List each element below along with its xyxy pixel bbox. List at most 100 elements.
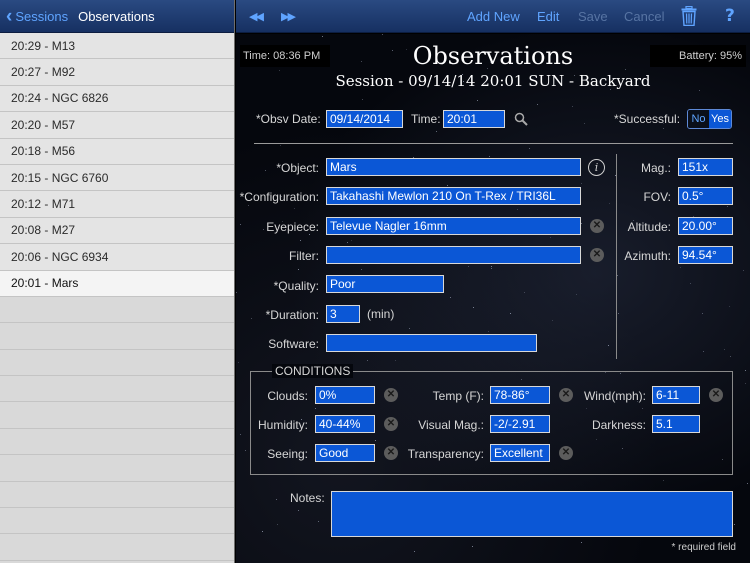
add-new-button[interactable]: Add New — [467, 9, 520, 24]
star — [276, 498, 278, 500]
empty-list-row — [0, 481, 234, 509]
duration-field[interactable]: 3 — [326, 305, 360, 323]
star — [733, 524, 735, 526]
empty-list-row — [0, 402, 234, 429]
time-field[interactable]: 20:01 — [443, 110, 505, 128]
successful-label: *Successful: — [614, 112, 681, 126]
sessions-back-button[interactable]: ‹ Sessions — [6, 7, 68, 26]
software-field[interactable] — [326, 334, 537, 352]
main-toolbar: ◀◀ ▶▶ Add New Edit Save Cancel ? — [236, 0, 750, 33]
star — [350, 240, 352, 242]
observations-sidebar: ‹ Sessions Observations 20:29 - M13 20:27… — [0, 0, 235, 563]
fov-field[interactable]: 0.5° — [678, 187, 733, 205]
observation-list-item[interactable]: 20:08 - M27 — [0, 217, 234, 245]
info-icon[interactable]: i — [588, 159, 605, 176]
star — [449, 297, 451, 299]
save-button[interactable]: Save — [578, 9, 608, 24]
star — [346, 242, 348, 244]
notes-field[interactable] — [331, 491, 733, 537]
wind-field[interactable]: 6-11 — [652, 386, 700, 404]
clear-filter-icon[interactable]: ✕ — [590, 248, 604, 262]
star — [524, 291, 525, 293]
star — [747, 482, 749, 484]
successful-toggle[interactable]: No Yes — [687, 109, 732, 129]
seeing-field[interactable]: Good — [315, 444, 375, 462]
mag-label: Mag.: — [640, 161, 671, 175]
clouds-field[interactable]: 0% — [315, 386, 375, 404]
altitude-label: Altitude: — [627, 220, 671, 234]
star — [662, 128, 664, 130]
transparency-label: Transparency: — [407, 447, 484, 461]
star — [551, 319, 553, 321]
observation-list-item[interactable]: 20:01 - Mars — [0, 270, 234, 297]
search-icon[interactable] — [514, 112, 528, 126]
notes-label: Notes: — [290, 491, 325, 505]
mag-field[interactable]: 151x — [678, 158, 733, 176]
conditions-title: CONDITIONS — [272, 364, 354, 378]
humidity-field[interactable]: 40-44% — [315, 415, 375, 433]
required-field-note: * required field — [671, 542, 736, 553]
star — [467, 266, 469, 268]
visual-mag-label: Visual Mag.: — [418, 418, 484, 432]
time-label: Time: — [411, 112, 441, 126]
fast-forward-icon[interactable]: ▶▶ — [281, 10, 296, 23]
transparency-field[interactable]: Excellent — [490, 444, 550, 462]
empty-list-row — [0, 428, 234, 456]
configuration-field[interactable]: Takahashi Mewlon 210 On T-Rex / TRI36L — [326, 187, 581, 205]
clear-wind-icon[interactable]: ✕ — [709, 388, 723, 402]
edit-button[interactable]: Edit — [537, 9, 559, 24]
star — [361, 268, 363, 270]
star — [723, 349, 725, 351]
help-button[interactable]: ? — [725, 6, 735, 26]
star — [293, 207, 295, 209]
observation-list-item[interactable]: 20:15 - NGC 6760 — [0, 164, 234, 192]
star — [317, 520, 319, 522]
star — [571, 105, 573, 107]
trash-icon[interactable] — [681, 6, 697, 26]
star — [248, 205, 250, 207]
star — [395, 359, 397, 361]
observation-list-item[interactable]: 20:12 - M71 — [0, 191, 234, 218]
successful-no-option[interactable]: No — [688, 110, 709, 128]
observation-list-item[interactable]: 20:29 - M13 — [0, 33, 234, 60]
clear-eyepiece-icon[interactable]: ✕ — [590, 219, 604, 233]
star — [447, 184, 449, 186]
star — [617, 275, 619, 277]
chevron-left-icon: ‹ — [6, 5, 13, 27]
rewind-icon[interactable]: ◀◀ — [249, 10, 264, 23]
empty-list-row — [0, 349, 234, 377]
observation-list-item[interactable]: 20:18 - M56 — [0, 138, 234, 165]
fov-label: FOV: — [643, 190, 671, 204]
star — [608, 203, 610, 205]
star — [381, 34, 383, 35]
eyepiece-field[interactable]: Televue Nagler 16mm — [326, 217, 581, 235]
eyepiece-label: Eyepiece: — [266, 220, 319, 234]
star — [435, 131, 437, 133]
star — [321, 35, 323, 37]
star — [276, 524, 278, 525]
darkness-label: Darkness: — [591, 418, 646, 432]
back-label: Sessions — [15, 8, 69, 24]
temp-field[interactable]: 78-86° — [490, 386, 550, 404]
observation-list-item[interactable]: 20:06 - NGC 6934 — [0, 244, 234, 271]
obsv-date-field[interactable]: 09/14/2014 — [326, 110, 403, 128]
sidebar-title: Observations — [78, 8, 155, 24]
cancel-button[interactable]: Cancel — [624, 9, 664, 24]
observation-list-item[interactable]: 20:27 - M92 — [0, 59, 234, 86]
azimuth-field[interactable]: 94.54° — [678, 246, 733, 264]
visual-mag-field[interactable]: -2/-2.91 — [490, 415, 550, 433]
star — [608, 345, 610, 347]
clear-transparency-icon[interactable]: ✕ — [559, 446, 573, 460]
quality-field[interactable]: Poor — [326, 275, 444, 293]
observation-list-item[interactable]: 20:24 - NGC 6826 — [0, 85, 234, 113]
altitude-field[interactable]: 20.00° — [678, 217, 733, 235]
filter-field[interactable] — [326, 246, 581, 264]
observation-list-item[interactable]: 20:20 - M57 — [0, 112, 234, 139]
star — [488, 155, 490, 157]
wind-label: Wind(mph): — [583, 389, 646, 403]
star — [680, 267, 681, 269]
darkness-field[interactable]: 5.1 — [652, 415, 700, 433]
object-field[interactable]: Mars — [326, 158, 581, 176]
empty-list-row — [0, 508, 234, 535]
successful-yes-option[interactable]: Yes — [709, 110, 731, 128]
